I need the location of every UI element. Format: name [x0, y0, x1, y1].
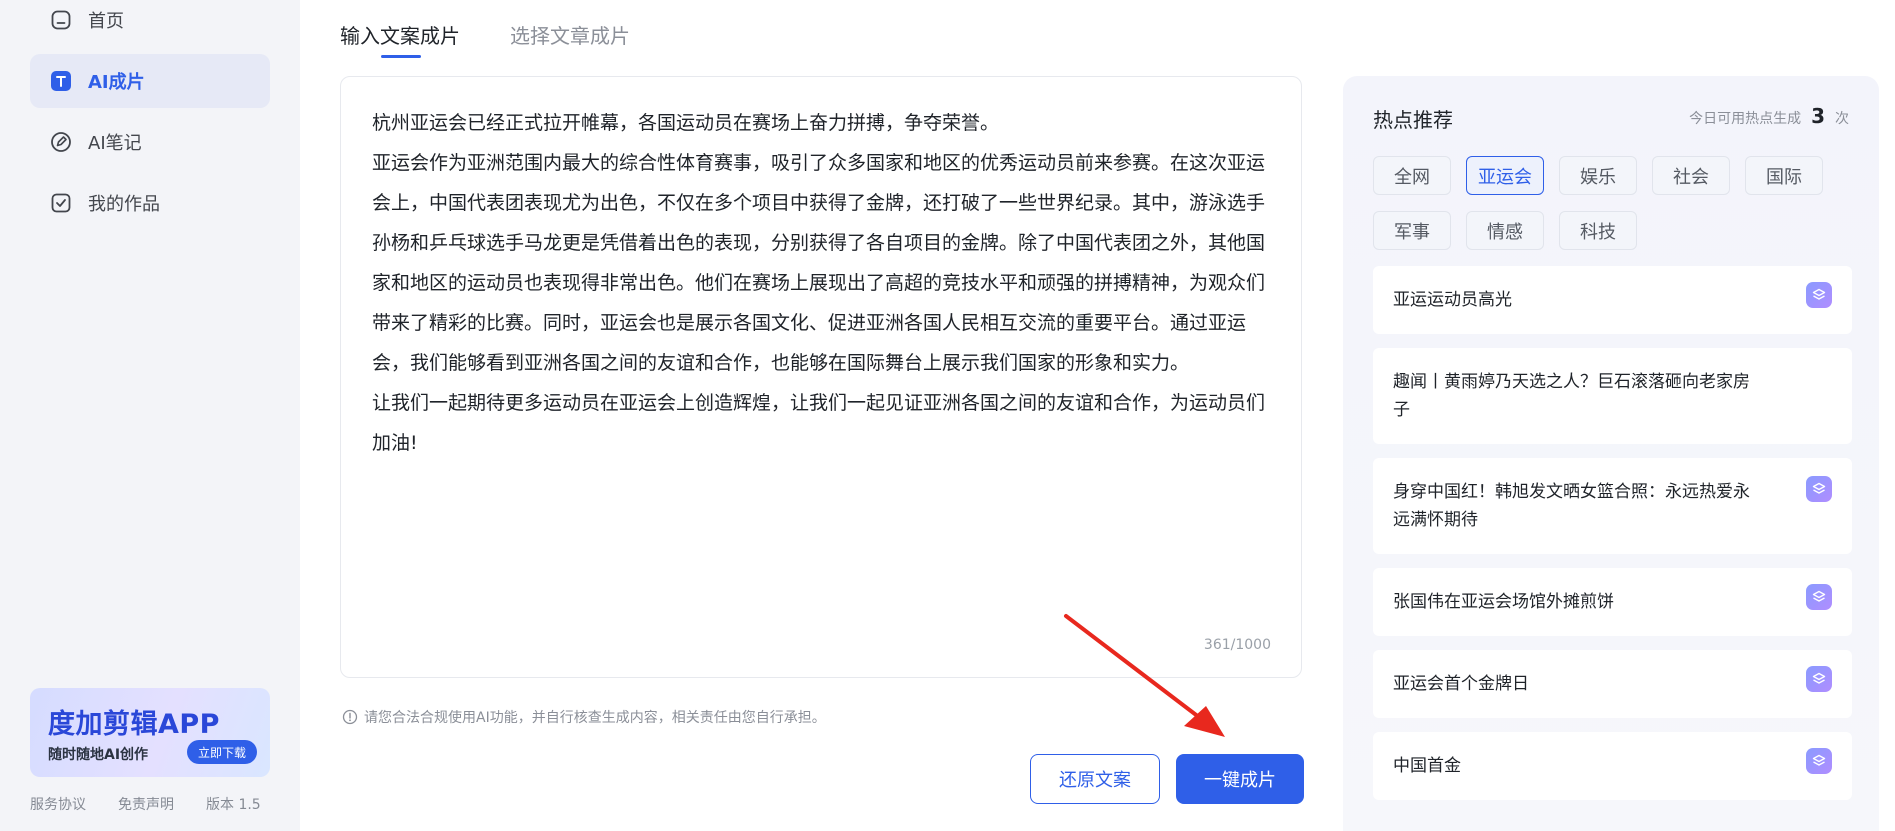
script-editor[interactable]: 杭州亚运会已经正式拉开帷幕，各国运动员在赛场上奋力拼搏，争夺荣誉。 亚运会作为亚… — [340, 76, 1302, 678]
hot-topic-item[interactable]: 亚运运动员高光 — [1373, 266, 1852, 334]
layers-icon[interactable] — [1806, 584, 1832, 610]
hot-topic-title: 亚运会首个金牌日 — [1393, 674, 1529, 694]
script-paragraph: 亚运会作为亚洲范围内最大的综合性体育赛事，吸引了众多国家和地区的优秀运动员前来参… — [372, 152, 1266, 374]
mode-tabs: 输入文案成片 选择文章成片 — [340, 20, 630, 49]
service-agreement-link[interactable]: 服务协议 — [30, 794, 86, 814]
hot-topic-item[interactable]: 中国首金 — [1373, 732, 1852, 800]
sidebar-footer: 服务协议 免责声明 版本 1.5 — [30, 794, 261, 814]
category-chip[interactable]: 军事 — [1373, 211, 1451, 250]
info-icon — [342, 709, 358, 725]
sidebar-item-ai-video[interactable]: AI成片 — [30, 54, 270, 108]
hot-topics-panel: 热点推荐 今日可用热点生成 3 次 全网 亚运会 娱乐 社会 国际 军事 情感 … — [1343, 76, 1879, 831]
sidebar-item-ai-notes[interactable]: AI笔记 — [30, 115, 270, 169]
hot-topic-title: 趣闻丨黄雨婷乃天选之人？巨石滚落砸向老家房子 — [1393, 372, 1750, 420]
category-chip[interactable]: 社会 — [1652, 156, 1730, 195]
banner-title: 度加剪辑APP — [48, 709, 220, 740]
script-paragraph: 让我们一起期待更多运动员在亚运会上创造辉煌，让我们一起见证亚洲各国之间的友谊和合… — [372, 392, 1266, 454]
category-chip-active[interactable]: 亚运会 — [1466, 156, 1544, 195]
banner-subtitle: 随时随地AI创作 — [48, 747, 149, 763]
quota-label: 今日可用热点生成 — [1689, 111, 1802, 127]
layers-icon[interactable] — [1806, 476, 1832, 502]
usage-notice: 请您合法合规使用AI功能，并自行核查生成内容，相关责任由您自行承担。 — [342, 707, 826, 727]
sidebar-item-label: 首页 — [88, 11, 124, 32]
hot-topic-title: 中国首金 — [1393, 756, 1461, 776]
hot-topic-item[interactable]: 亚运会首个金牌日 — [1373, 650, 1852, 718]
quota-unit: 次 — [1835, 111, 1849, 127]
category-chips: 全网 亚运会 娱乐 社会 国际 军事 情感 科技 — [1373, 156, 1873, 250]
char-counter: 361/1000 — [1203, 637, 1271, 653]
home-icon — [50, 9, 72, 31]
category-chip[interactable]: 娱乐 — [1559, 156, 1637, 195]
sidebar-item-label: AI笔记 — [88, 133, 142, 154]
ai-video-icon — [50, 70, 72, 92]
hot-topic-item[interactable]: 身穿中国红！韩旭发文晒女篮合照：永远热爱永远满怀期待 — [1373, 458, 1852, 554]
layers-icon[interactable] — [1806, 666, 1832, 692]
category-chip[interactable]: 国际 — [1745, 156, 1823, 195]
sidebar: 首页 AI成片 AI笔记 我的作品 度加剪辑APP 随时随地AI创作 立即下载 … — [0, 0, 300, 831]
category-chip[interactable]: 全网 — [1373, 156, 1451, 195]
sidebar-item-label: 我的作品 — [88, 194, 160, 215]
layers-icon[interactable] — [1806, 282, 1832, 308]
hot-topic-item[interactable]: 趣闻丨黄雨婷乃天选之人？巨石滚落砸向老家房子 — [1373, 348, 1852, 444]
hot-quota: 今日可用热点生成 3 次 — [1689, 104, 1849, 128]
hot-topic-title: 亚运运动员高光 — [1393, 290, 1512, 310]
restore-script-button[interactable]: 还原文案 — [1030, 754, 1160, 804]
category-chip[interactable]: 情感 — [1466, 211, 1544, 250]
download-button[interactable]: 立即下载 — [187, 740, 257, 764]
version-label: 版本 1.5 — [206, 797, 261, 813]
script-paragraph: 杭州亚运会已经正式拉开帷幕，各国运动员在赛场上奋力拼搏，争夺荣誉。 — [372, 112, 1000, 134]
hot-topic-title: 身穿中国红！韩旭发文晒女篮合照：永远热爱永远满怀期待 — [1393, 482, 1750, 530]
sidebar-item-home[interactable]: 首页 — [30, 0, 270, 47]
hot-topic-list: 亚运运动员高光 趣闻丨黄雨婷乃天选之人？巨石滚落砸向老家房子 身穿中国红！韩旭发… — [1373, 266, 1852, 800]
pen-icon — [50, 131, 72, 153]
hot-topic-title: 张国伟在亚运会场馆外摊煎饼 — [1393, 592, 1614, 612]
generate-video-button[interactable]: 一键成片 — [1176, 754, 1304, 804]
quota-count: 3 — [1811, 104, 1825, 128]
category-chip[interactable]: 科技 — [1559, 211, 1637, 250]
hot-topic-item[interactable]: 张国伟在亚运会场馆外摊煎饼 — [1373, 568, 1852, 636]
app-download-banner[interactable]: 度加剪辑APP 随时随地AI创作 立即下载 — [30, 688, 270, 777]
sidebar-item-my-works[interactable]: 我的作品 — [30, 176, 270, 230]
tab-select-article[interactable]: 选择文章成片 — [510, 20, 630, 49]
script-text[interactable]: 杭州亚运会已经正式拉开帷幕，各国运动员在赛场上奋力拼搏，争夺荣誉。 亚运会作为亚… — [372, 103, 1272, 463]
layers-icon[interactable] — [1806, 748, 1832, 774]
active-tab-indicator — [381, 55, 421, 58]
tab-input-text[interactable]: 输入文案成片 — [340, 20, 460, 49]
sidebar-item-label: AI成片 — [88, 72, 145, 93]
usage-notice-text: 请您合法合规使用AI功能，并自行核查生成内容，相关责任由您自行承担。 — [364, 710, 826, 726]
hot-topics-title: 热点推荐 — [1373, 108, 1453, 132]
disclaimer-link[interactable]: 免责声明 — [118, 794, 174, 814]
check-box-icon — [50, 192, 72, 214]
